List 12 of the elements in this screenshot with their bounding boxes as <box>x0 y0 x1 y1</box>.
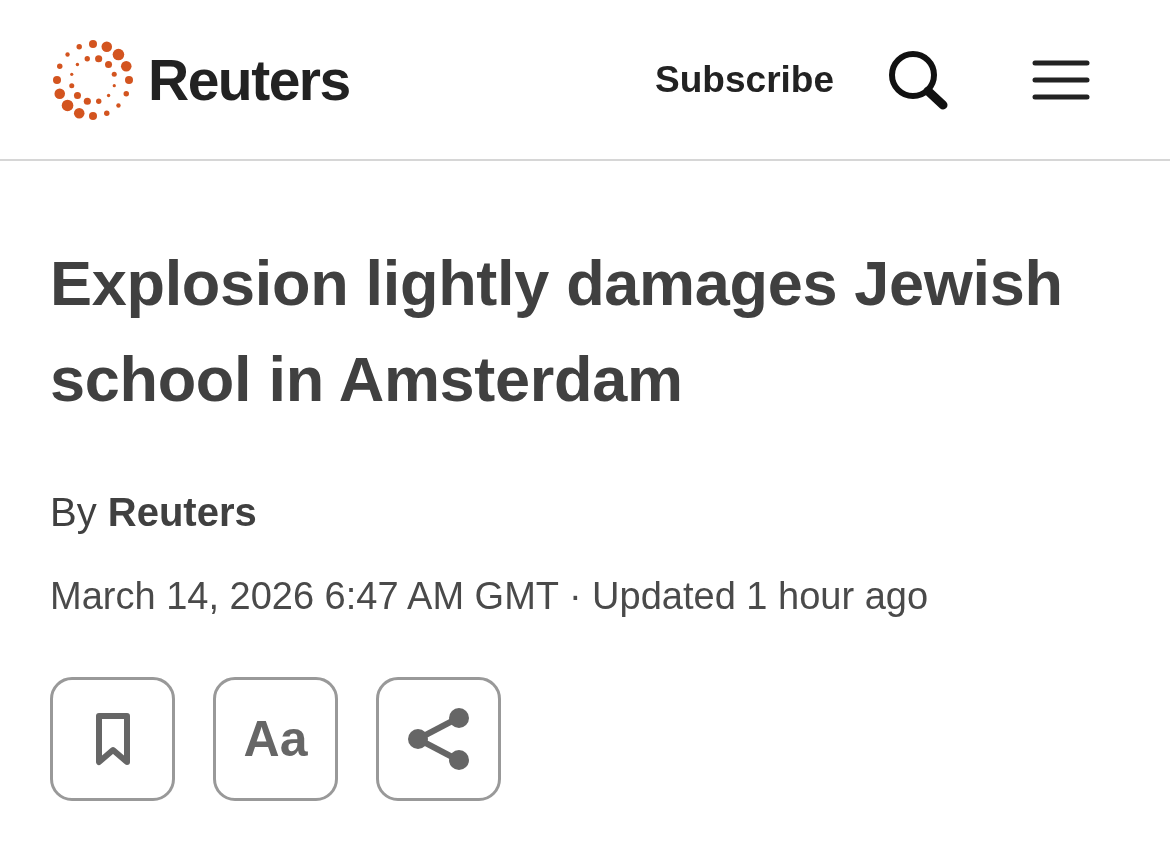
publish-date: March 14, 2026 6:47 AM GMT · Updated 1 hour ago <box>50 575 930 618</box>
text-size-button[interactable]: Aa <box>213 677 338 801</box>
bookmark-icon <box>94 712 131 766</box>
search-icon[interactable] <box>886 48 950 111</box>
byline: By Reuters <box>50 490 258 535</box>
article-headline: Explosion lightly damages Jewish school in Amsterdam <box>50 247 1064 416</box>
subscribe-link[interactable]: Subscribe <box>655 58 834 101</box>
bookmark-button[interactable] <box>50 677 175 801</box>
share-button[interactable] <box>376 677 501 801</box>
logo-wordmark[interactable]: Reuters <box>148 46 350 113</box>
share-icon <box>406 707 471 771</box>
menu-icon[interactable] <box>1032 58 1090 101</box>
